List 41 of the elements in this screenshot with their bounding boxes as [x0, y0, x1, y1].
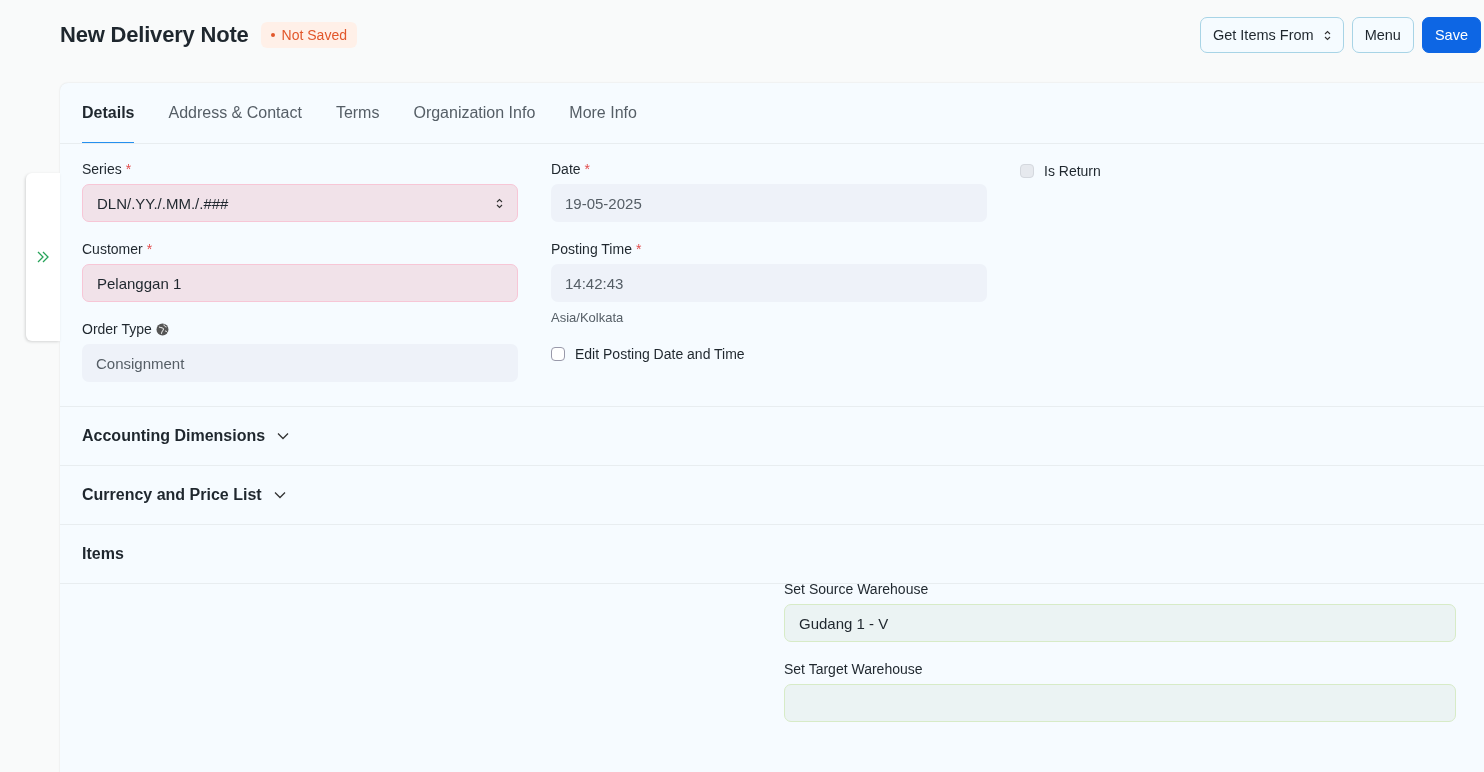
- field-label: Series: [82, 161, 122, 177]
- checkbox[interactable]: [551, 347, 565, 361]
- sort-caret-icon: [496, 197, 503, 209]
- input-field[interactable]: [784, 684, 1456, 722]
- checkbox-label: Edit Posting Date and Time: [575, 346, 745, 362]
- input-field[interactable]: Consignment: [82, 344, 518, 382]
- required-mark: *: [146, 241, 153, 257]
- tab[interactable]: Details: [82, 83, 135, 143]
- field-label: Customer: [82, 241, 143, 257]
- chevron-icon[interactable]: [273, 491, 286, 499]
- input-field[interactable]: Gudang 1 - V: [784, 604, 1456, 642]
- section-title[interactable]: Accounting Dimensions: [82, 427, 266, 445]
- input-field[interactable]: 19-05-2025: [551, 184, 987, 222]
- tab[interactable]: Terms: [335, 83, 380, 143]
- save-button[interactable]: Save: [1421, 17, 1481, 53]
- field-label: Set Source Warehouse: [784, 581, 929, 597]
- checkbox-label: Is Return: [1044, 163, 1101, 179]
- tab[interactable]: Address & Contact: [168, 83, 302, 143]
- tab[interactable]: Organization Info: [413, 83, 536, 143]
- sort-caret-icon: [1323, 29, 1331, 41]
- required-mark: *: [125, 161, 132, 177]
- page-title: New Delivery Note: [60, 22, 249, 48]
- double-chevron-icon: [36, 250, 50, 264]
- field-label: Order Type: [82, 321, 152, 337]
- field-description: Asia/Kolkata: [551, 310, 625, 325]
- required-mark: *: [635, 241, 642, 257]
- field-label: Posting Time: [551, 241, 632, 257]
- input-field[interactable]: 14:42:43: [551, 264, 987, 302]
- required-mark: *: [584, 161, 591, 177]
- status-indicator: Not Saved: [260, 22, 357, 48]
- sidebar-toggle[interactable]: [26, 173, 60, 341]
- section-title[interactable]: Currency and Price List: [82, 486, 262, 504]
- section-title: Items: [82, 545, 124, 563]
- input-field[interactable]: Pelanggan 1: [82, 264, 518, 302]
- tab[interactable]: More Info: [569, 83, 637, 143]
- field-label: Set Target Warehouse: [784, 661, 923, 677]
- menu-button[interactable]: Menu: [1351, 17, 1414, 53]
- dropdown-button[interactable]: Get Items From: [1199, 17, 1344, 53]
- chevron-icon[interactable]: [277, 432, 290, 440]
- field-label: Date: [551, 161, 581, 177]
- select-field[interactable]: DLN/.YY./.MM./.###: [82, 184, 518, 222]
